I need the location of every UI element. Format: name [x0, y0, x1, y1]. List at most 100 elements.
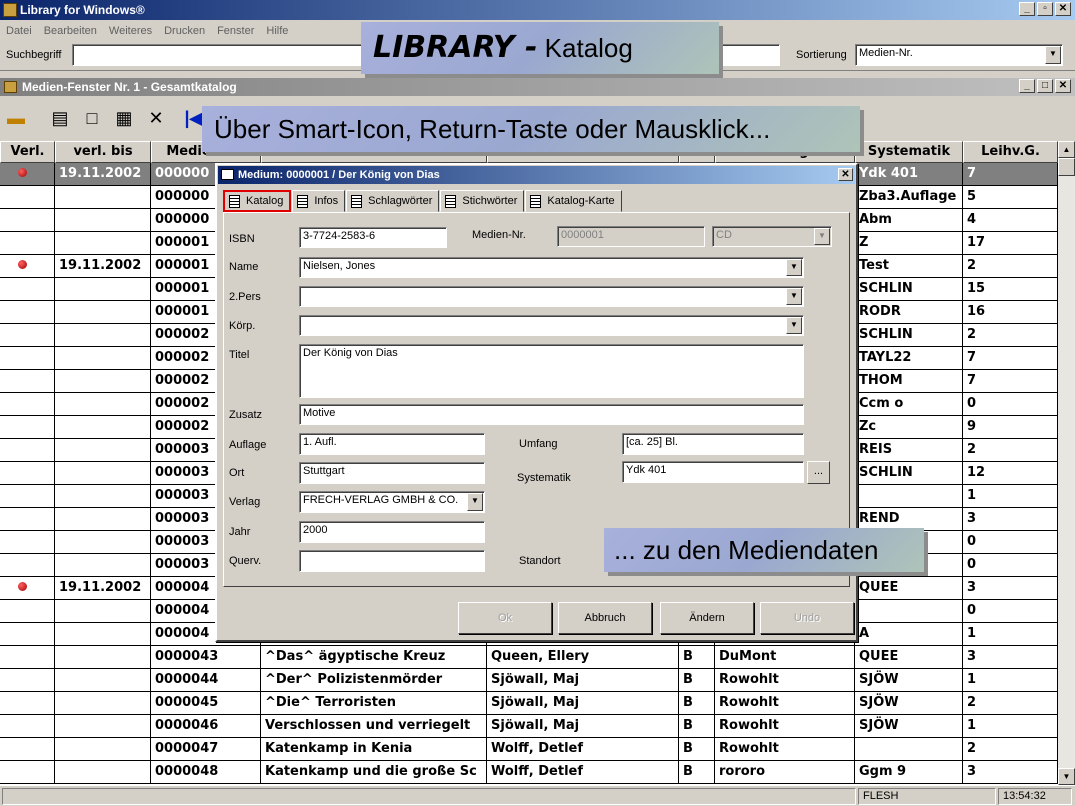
scroll-up-icon[interactable]: ▲ — [1058, 141, 1075, 158]
search-input[interactable] — [72, 44, 362, 66]
aendern-button[interactable]: Ändern — [660, 602, 754, 634]
cell-verl-bis — [55, 554, 151, 577]
cell-verl-bis — [55, 669, 151, 692]
table-row[interactable]: 0000044 ^Der^ Polizistenmörder Sjöwall, Ma… — [0, 669, 1058, 692]
mdi-minimize-button[interactable]: _ — [1019, 79, 1035, 93]
cell-mt: B — [679, 669, 715, 692]
systematik-browse-button[interactable]: ... — [807, 461, 830, 484]
document-icon — [445, 194, 457, 208]
cell-verlag: DuMont — [715, 646, 855, 669]
paste-icon[interactable]: ▦ — [112, 106, 136, 130]
chevron-down-icon[interactable]: ▼ — [786, 259, 802, 276]
cell-verlag: Rowohlt — [715, 738, 855, 761]
cell-medien-nr: 0000048 — [151, 761, 261, 784]
mdi-close-button[interactable]: ✕ — [1055, 79, 1071, 93]
cell-verl-bis — [55, 646, 151, 669]
document-icon — [530, 194, 542, 208]
sort-select[interactable]: Medien-Nr. ▼ — [855, 44, 1063, 66]
tab-infos[interactable]: Infos — [292, 190, 346, 212]
search-input-extra[interactable] — [720, 44, 780, 66]
cell-verl-bis — [55, 370, 151, 393]
minimize-button[interactable]: _ — [1019, 2, 1035, 16]
delete-icon[interactable]: ✕ — [144, 106, 168, 130]
titel-label: Titel — [229, 349, 250, 361]
tab-schlagwoerter[interactable]: Schlagwörter — [346, 190, 440, 212]
querv-field[interactable] — [299, 550, 485, 572]
cell-titel: Katenkamp und die große Sc — [261, 761, 487, 784]
restore-button[interactable]: ▫ — [1037, 2, 1053, 16]
cell-leihvg: 17 — [963, 232, 1058, 255]
cell-systematik: THOM — [855, 370, 963, 393]
cell-verl — [0, 163, 55, 186]
cell-verl-bis: 19.11.2002 — [55, 163, 151, 186]
open-folder-icon[interactable]: ▬ — [4, 106, 28, 130]
table-row[interactable]: 0000046 Verschlossen und verriegelt Sjöwal… — [0, 715, 1058, 738]
dialog-close-icon[interactable]: ✕ — [838, 168, 853, 181]
vertical-scrollbar[interactable]: ▲ ▼ — [1058, 141, 1075, 785]
tab-katalog-karte[interactable]: Katalog-Karte — [525, 190, 622, 212]
pers2-field[interactable]: ▼ — [299, 286, 804, 307]
tab-katalog[interactable]: Katalog — [223, 190, 292, 212]
isbn-field[interactable]: 3-7724-2583-6 — [299, 227, 447, 248]
table-row[interactable]: 0000047 Katenkamp in Kenia Wolff, Detlef B R… — [0, 738, 1058, 761]
cell-verl-bis — [55, 508, 151, 531]
cell-titel: Verschlossen und verriegelt — [261, 715, 487, 738]
new-document-icon[interactable]: □ — [80, 106, 104, 130]
cell-leihvg: 7 — [963, 347, 1058, 370]
chevron-down-icon[interactable]: ▼ — [786, 288, 802, 305]
cell-autor: Wolff, Detlef — [487, 761, 679, 784]
table-row[interactable]: 0000048 Katenkamp und die große Sc Wolff, … — [0, 761, 1058, 784]
cell-verl — [0, 508, 55, 531]
systematik-field[interactable]: Ydk 401 — [622, 461, 804, 483]
table-row[interactable]: 0000043 ^Das^ ägyptische Kreuz Queen, Elle… — [0, 646, 1058, 669]
document-icon — [351, 194, 363, 208]
menu-fenster[interactable]: Fenster — [217, 25, 254, 37]
umfang-field[interactable]: [ca. 25] Bl. — [622, 433, 804, 455]
cell-leihvg: 2 — [963, 255, 1058, 278]
jahr-field[interactable]: 2000 — [299, 521, 485, 543]
menu-weiteres[interactable]: Weiteres — [109, 25, 152, 37]
auflage-field[interactable]: 1. Aufl. — [299, 433, 485, 455]
koerp-field[interactable]: ▼ — [299, 315, 804, 336]
col-leihvg[interactable]: Leihv.G. — [963, 141, 1058, 163]
col-verl[interactable]: Verl. — [0, 141, 55, 163]
chevron-down-icon[interactable]: ▼ — [467, 493, 483, 511]
cell-verl-bis — [55, 738, 151, 761]
cell-titel: ^Das^ ägyptische Kreuz — [261, 646, 487, 669]
menu-drucken[interactable]: Drucken — [164, 25, 205, 37]
cell-systematik: Ccm o — [855, 393, 963, 416]
menu-bearbeiten[interactable]: Bearbeiten — [44, 25, 97, 37]
scroll-down-icon[interactable]: ▼ — [1058, 768, 1075, 785]
scroll-thumb[interactable] — [1058, 158, 1075, 176]
mdi-icon — [4, 81, 17, 93]
zusatz-field[interactable]: Motive — [299, 404, 804, 425]
cell-verl-bis — [55, 186, 151, 209]
tab-stichwoerter[interactable]: Stichwörter — [440, 190, 525, 212]
verlag-field[interactable]: FRECH-VERLAG GMBH & CO. ▼ — [299, 491, 485, 513]
abbruch-button[interactable]: Abbruch — [558, 602, 652, 634]
chevron-down-icon[interactable]: ▼ — [786, 317, 802, 334]
umfang-label: Umfang — [519, 438, 558, 450]
cell-leihvg: 3 — [963, 577, 1058, 600]
col-systematik[interactable]: Systematik — [855, 141, 963, 163]
menu-datei[interactable]: Datei — [6, 25, 32, 37]
ok-button[interactable]: Ok — [458, 602, 552, 634]
new-item-icon[interactable]: ▤ — [48, 106, 72, 130]
close-button[interactable]: ✕ — [1055, 2, 1071, 16]
titel-field[interactable]: Der König von Dias — [299, 344, 804, 398]
ort-field[interactable]: Stuttgart — [299, 462, 485, 484]
undo-button[interactable]: Undo — [760, 602, 854, 634]
cell-titel: ^Der^ Polizistenmörder — [261, 669, 487, 692]
loan-status-icon — [18, 168, 27, 177]
cell-leihvg: 2 — [963, 692, 1058, 715]
mdi-maximize-button[interactable]: □ — [1037, 79, 1053, 93]
chevron-down-icon[interactable]: ▼ — [1045, 46, 1061, 64]
col-verl-bis[interactable]: verl. bis — [55, 141, 151, 163]
sort-value: Medien-Nr. — [859, 47, 913, 59]
table-row[interactable]: 0000045 ^Die^ Terroristen Sjöwall, Maj B Row… — [0, 692, 1058, 715]
menu-hilfe[interactable]: Hilfe — [266, 25, 288, 37]
cell-systematik: TAYL22 — [855, 347, 963, 370]
cell-verl-bis — [55, 278, 151, 301]
document-icon — [229, 194, 240, 208]
name-field[interactable]: Nielsen, Jones ▼ — [299, 257, 804, 278]
